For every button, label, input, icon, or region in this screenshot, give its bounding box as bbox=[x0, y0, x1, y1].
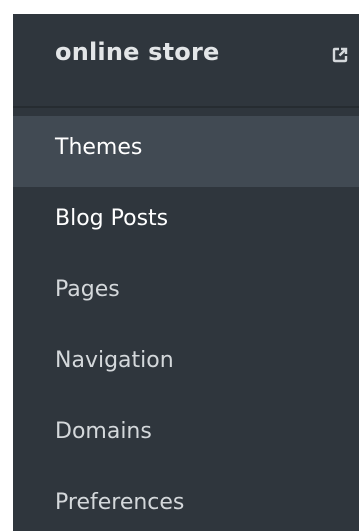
sidebar-item-themes[interactable]: Themes bbox=[13, 116, 359, 187]
sidebar-item-blog-posts[interactable]: Blog Posts bbox=[13, 187, 359, 258]
store-title: online store bbox=[55, 38, 220, 66]
sidebar-item-pages[interactable]: Pages bbox=[13, 258, 359, 329]
sidebar-item-label: Domains bbox=[55, 419, 152, 444]
sidebar-item-domains[interactable]: Domains bbox=[13, 400, 359, 471]
sidebar-item-label: Navigation bbox=[55, 348, 174, 373]
sidebar-item-label: Preferences bbox=[55, 490, 185, 515]
sidebar-header: online store bbox=[13, 14, 359, 108]
sidebar-item-preferences[interactable]: Preferences bbox=[13, 471, 359, 531]
sidebar-nav: Themes Blog Posts Pages Navigation Domai… bbox=[13, 116, 359, 531]
external-link-icon[interactable] bbox=[331, 46, 349, 64]
sidebar-item-label: Pages bbox=[55, 277, 120, 302]
sidebar-item-label: Blog Posts bbox=[55, 206, 169, 231]
online-store-sidebar: online store Themes Blog Posts Pages Nav… bbox=[13, 14, 359, 531]
sidebar-item-label: Themes bbox=[55, 135, 143, 160]
sidebar-item-navigation[interactable]: Navigation bbox=[13, 329, 359, 400]
